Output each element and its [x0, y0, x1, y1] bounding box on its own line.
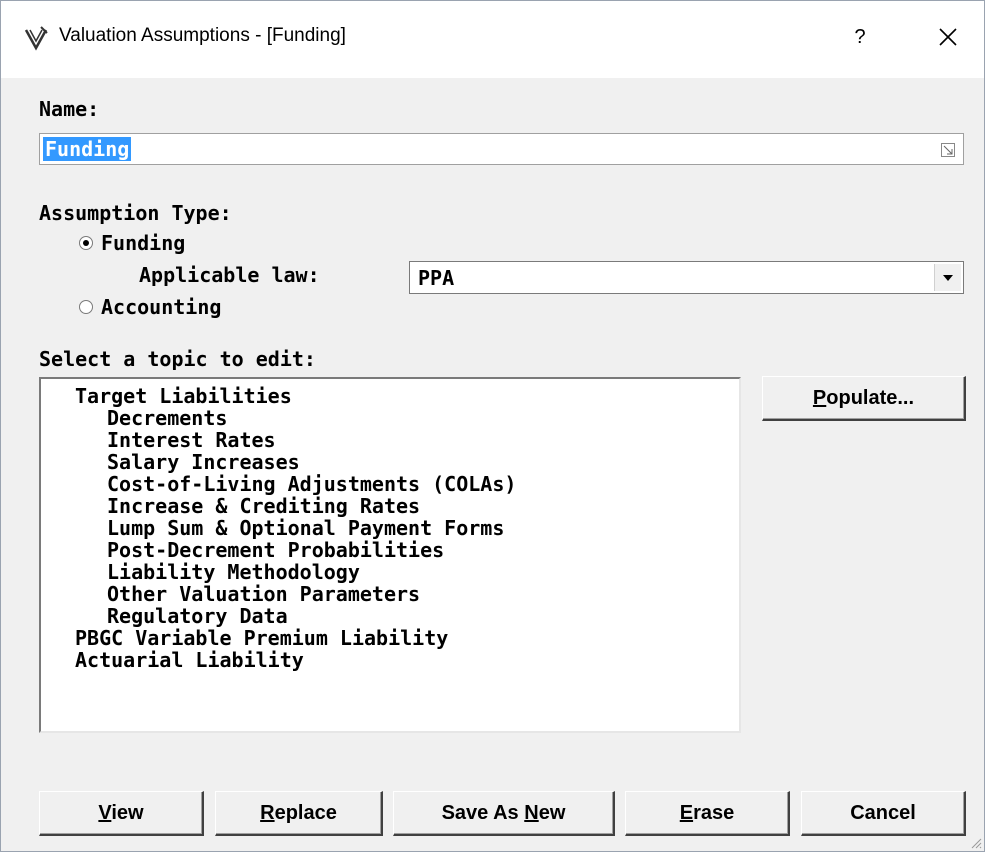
- applicable-law-label: Applicable law:: [139, 263, 320, 287]
- name-input[interactable]: Funding: [39, 133, 964, 165]
- topic-list-item[interactable]: Cost-of-Living Adjustments (COLAs): [107, 473, 516, 495]
- topic-list-item[interactable]: Lump Sum & Optional Payment Forms: [107, 517, 504, 539]
- topic-list-item[interactable]: Interest Rates: [107, 429, 276, 451]
- topic-list-label: Select a topic to edit:: [39, 347, 316, 371]
- topic-list-item[interactable]: Post-Decrement Probabilities: [107, 539, 444, 561]
- title-bar: Valuation Assumptions - [Funding] ?: [1, 1, 984, 78]
- topic-list-item[interactable]: Actuarial Liability: [75, 649, 304, 671]
- applicable-law-value: PPA: [418, 266, 455, 290]
- chevron-down-icon: [943, 274, 953, 281]
- applicable-law-select[interactable]: PPA: [409, 261, 964, 294]
- dropdown-button[interactable]: [934, 264, 961, 291]
- topic-list-item[interactable]: Increase & Crediting Rates: [107, 495, 420, 517]
- valuation-app-icon: [24, 26, 48, 51]
- topic-list-item[interactable]: Other Valuation Parameters: [107, 583, 420, 605]
- populate-button[interactable]: Populate...: [762, 376, 966, 421]
- topic-list-item[interactable]: PBGC Variable Premium Liability: [75, 627, 448, 649]
- topic-list-item[interactable]: Liability Methodology: [107, 561, 360, 583]
- funding-radio[interactable]: [79, 236, 93, 250]
- view-button[interactable]: View: [39, 791, 204, 836]
- funding-radio-label[interactable]: Funding: [101, 231, 185, 255]
- window-title: Valuation Assumptions - [Funding]: [59, 25, 346, 46]
- close-icon: [939, 28, 957, 46]
- assumption-type-label: Assumption Type:: [39, 201, 232, 225]
- accounting-radio[interactable]: [79, 300, 93, 314]
- name-input-value: Funding: [43, 137, 132, 161]
- close-button[interactable]: [923, 19, 973, 55]
- topic-list-item[interactable]: Regulatory Data: [107, 605, 288, 627]
- name-label: Name:: [39, 97, 100, 121]
- topic-list[interactable]: Target Liabilities Decrements Interest Rat…: [39, 377, 741, 733]
- help-button[interactable]: ?: [837, 19, 883, 55]
- save-as-new-button[interactable]: Save As New: [393, 791, 615, 836]
- accounting-radio-label[interactable]: Accounting: [101, 295, 221, 319]
- replace-button[interactable]: Replace: [215, 791, 383, 836]
- resize-grip-icon[interactable]: [968, 835, 982, 849]
- topic-list-item[interactable]: Decrements: [107, 407, 227, 429]
- cancel-button[interactable]: Cancel: [801, 791, 966, 836]
- radio-selected-dot: [83, 240, 89, 246]
- valuation-assumptions-dialog: Valuation Assumptions - [Funding] ? Name…: [0, 0, 985, 852]
- topic-list-item[interactable]: Salary Increases: [107, 451, 300, 473]
- topic-list-item[interactable]: Target Liabilities: [75, 385, 292, 407]
- edit-corner-icon: [941, 143, 955, 157]
- erase-button[interactable]: Erase: [625, 791, 790, 836]
